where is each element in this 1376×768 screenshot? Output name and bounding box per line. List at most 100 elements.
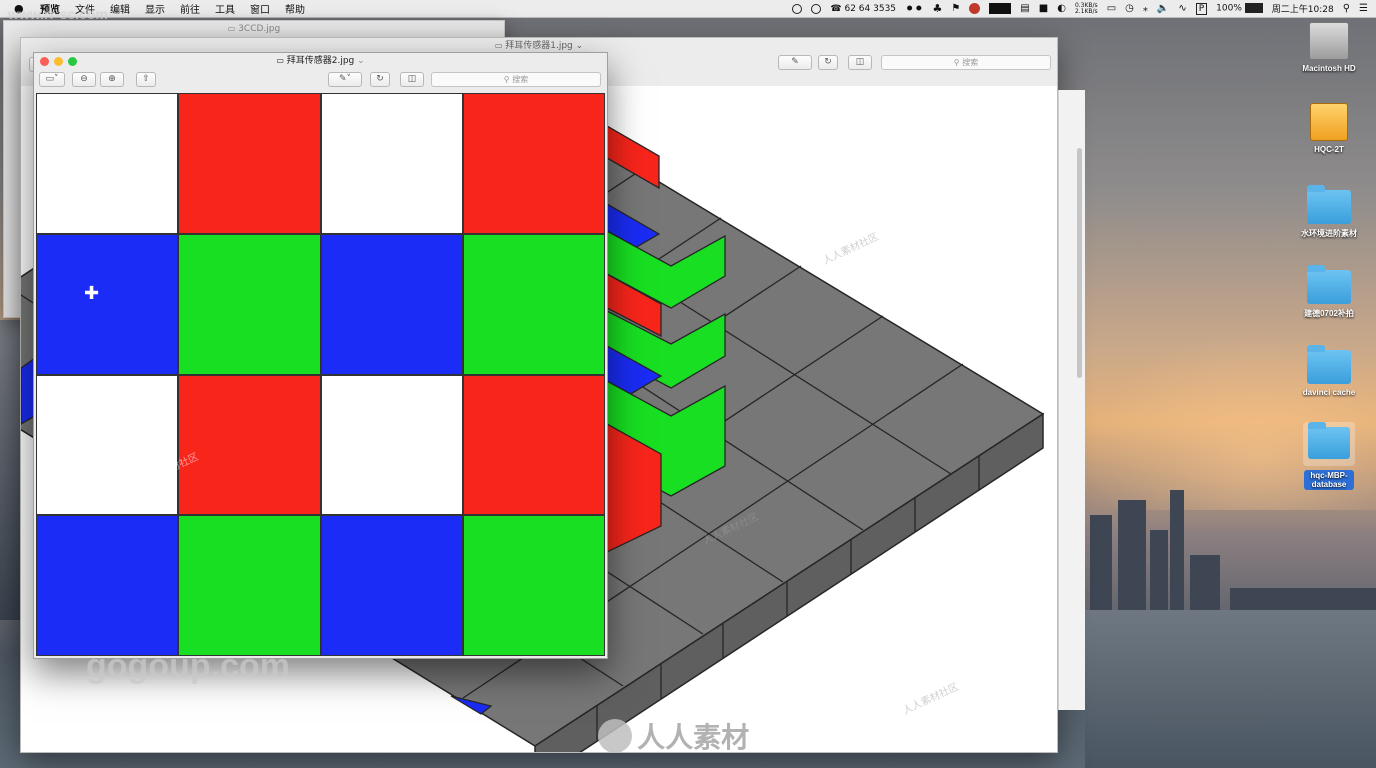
desktop-icon-label: Macintosh HD bbox=[1302, 64, 1356, 73]
folder-icon bbox=[1307, 185, 1351, 224]
chevron-down-icon[interactable]: ⌄ bbox=[357, 56, 365, 66]
search-placeholder: 搜索 bbox=[512, 75, 529, 84]
menu-window[interactable]: 窗口 bbox=[250, 1, 270, 16]
time-machine-icon[interactable]: ◷ bbox=[1125, 3, 1134, 14]
volume-icon[interactable]: 🔈 bbox=[1157, 3, 1169, 14]
wallpaper-building bbox=[1170, 490, 1184, 610]
sync-icon[interactable] bbox=[811, 3, 822, 14]
disk-icon[interactable]: ■ bbox=[1039, 3, 1048, 14]
window-title-text: 拜耳传感器2.jpg bbox=[286, 56, 355, 66]
bicycle-icon[interactable]: ⚫⚫ bbox=[905, 2, 923, 15]
zoom-in-button[interactable]: ⊕ bbox=[100, 72, 124, 87]
battery-icon bbox=[1244, 3, 1263, 14]
external-drive-icon bbox=[1310, 103, 1348, 141]
scrollbar-thumb[interactable] bbox=[1077, 148, 1082, 378]
crosshair-cursor-icon: ✚ bbox=[84, 283, 100, 304]
menu-edit[interactable]: 编辑 bbox=[110, 1, 130, 16]
wallpaper-left-edge bbox=[0, 320, 22, 620]
chevron-down-icon[interactable]: ⌄ bbox=[576, 41, 584, 51]
network-speed[interactable]: 0.3KB/s 2.1KB/s bbox=[1074, 2, 1098, 15]
watermark-gogoup: gogoup.com bbox=[86, 647, 290, 685]
desktop-icon-label: 水环境进阶素材 bbox=[1301, 229, 1357, 238]
wallpaper-building bbox=[1150, 530, 1168, 610]
menu-tools[interactable]: 工具 bbox=[215, 1, 235, 16]
filter-cell-white bbox=[321, 375, 462, 515]
cpu-graph-icon[interactable] bbox=[989, 3, 1012, 14]
zoom-out-button[interactable]: ⊖ bbox=[72, 72, 96, 87]
game-icon[interactable]: ♣ bbox=[932, 2, 942, 15]
desktop-icon-folder-1[interactable]: 水环境进阶素材 bbox=[1289, 185, 1369, 239]
window-title-text: 3CCD.jpg bbox=[238, 24, 281, 34]
search-placeholder: 搜索 bbox=[962, 58, 979, 67]
desktop-icon-hqc-2t[interactable]: HQC-2T bbox=[1289, 103, 1369, 154]
desktop-icon-folder-2[interactable]: 建德0702补拍 bbox=[1289, 265, 1369, 319]
clock[interactable]: 周二上午10:28 bbox=[1272, 2, 1334, 15]
menu-bar: ● 预览 文件 编辑 显示 前往 工具 窗口 帮助 ☎ 62 64 3535 ⚫… bbox=[0, 0, 1376, 18]
bluetooth-icon[interactable]: ⁎ bbox=[1143, 3, 1148, 14]
battery-percent: 100% bbox=[1216, 3, 1242, 14]
filter-cell-white bbox=[37, 94, 178, 233]
desktop-icon-label: davinci cache bbox=[1302, 388, 1356, 397]
markup-button[interactable]: ✎˅ bbox=[328, 72, 362, 87]
desktop-icon-hqc-mbp-database[interactable]: hqc-MBP-database bbox=[1289, 422, 1369, 490]
third-window-edge bbox=[1058, 90, 1085, 710]
wallpaper-building bbox=[1090, 515, 1112, 610]
battery-status[interactable]: 100% bbox=[1216, 3, 1263, 14]
wallpaper-building bbox=[1118, 500, 1146, 610]
filter-cell-red bbox=[463, 94, 604, 233]
phone-number[interactable]: ☎ 62 64 3535 bbox=[830, 4, 896, 14]
watermark-url: www.rr-sc.com bbox=[8, 6, 108, 22]
window-title-text: 拜耳传感器1.jpg bbox=[505, 41, 573, 51]
search-field[interactable]: ⚲ 搜索 bbox=[881, 55, 1051, 70]
phone-number-text: 62 64 3535 bbox=[844, 3, 897, 14]
sidebar-toggle-button[interactable]: ▭˅ bbox=[39, 72, 65, 87]
record-icon[interactable] bbox=[792, 3, 803, 14]
rotate-button[interactable]: ↻ bbox=[370, 72, 390, 87]
window-bayer-sensor-2[interactable]: ▭ 拜耳传感器2.jpg ⌄ ▭˅ ⊖ ⊕ ⇧ ✎˅ ↻ ◫ ⚲ 搜索 ✚ bbox=[33, 52, 608, 659]
hard-drive-icon bbox=[1309, 22, 1349, 60]
watermark-logo: 人人素材 bbox=[598, 716, 749, 756]
rotate-button[interactable]: ↻ bbox=[818, 55, 838, 70]
flag-icon[interactable]: ⚑ bbox=[951, 3, 960, 14]
file-icon: ▭ bbox=[494, 41, 503, 50]
menu-go[interactable]: 前往 bbox=[180, 1, 200, 16]
filter-cell-green bbox=[463, 516, 604, 655]
desktop-icon-label: HQC-2T bbox=[1314, 145, 1344, 154]
wifi-icon[interactable]: ∿ bbox=[1178, 3, 1186, 14]
activity-icon[interactable] bbox=[969, 3, 981, 14]
wallpaper-building bbox=[1190, 555, 1220, 610]
filter-cell-blue bbox=[321, 516, 462, 655]
desktop-icon-label: hqc-MBP-database bbox=[1304, 470, 1354, 490]
markup-button[interactable]: ✎ bbox=[778, 55, 812, 70]
bayer-filter-grid[interactable] bbox=[36, 93, 605, 656]
filter-cell-red bbox=[179, 375, 320, 515]
menu-help[interactable]: 帮助 bbox=[285, 1, 305, 16]
toolbar: ▭˅ ⊖ ⊕ ⇧ ✎˅ ↻ ◫ ⚲ 搜索 bbox=[34, 69, 607, 93]
search-field[interactable]: ⚲ 搜索 bbox=[431, 72, 601, 87]
airplay-icon[interactable]: ▭ bbox=[1107, 3, 1116, 14]
toolbox-button[interactable]: ◫ bbox=[848, 55, 872, 70]
watermark-logo-icon bbox=[598, 719, 632, 753]
toolbox-button[interactable]: ◫ bbox=[400, 72, 424, 87]
file-icon: ▭ bbox=[276, 56, 284, 65]
input-method-icon[interactable]: P bbox=[1195, 2, 1208, 15]
menu-view[interactable]: 显示 bbox=[145, 1, 165, 16]
fan-icon[interactable]: ◐ bbox=[1057, 3, 1066, 14]
wallpaper-shoreline bbox=[1230, 588, 1376, 610]
desktop-icon-davinci-cache[interactable]: davinci cache bbox=[1289, 345, 1369, 397]
memory-icon[interactable]: ▤ bbox=[1020, 3, 1029, 14]
net-down: 2.1KB/s bbox=[1074, 7, 1098, 15]
desktop-icon-macintosh-hd[interactable]: Macintosh HD bbox=[1289, 22, 1369, 73]
share-button[interactable]: ⇧ bbox=[136, 72, 156, 87]
watermark-brand: 人人素材 bbox=[637, 722, 750, 753]
search-icon[interactable]: ⚲ bbox=[1343, 3, 1350, 14]
desktop-icon-label: 建德0702补拍 bbox=[1304, 309, 1354, 318]
status-area: ☎ 62 64 3535 ⚫⚫ ♣ ⚑ ▤ ■ ◐ 0.3KB/s 2.1KB/… bbox=[792, 0, 1368, 17]
filter-cell-red bbox=[463, 375, 604, 515]
window-title: ▭ 3CCD.jpg bbox=[4, 21, 504, 37]
folder-icon bbox=[1308, 422, 1350, 459]
notification-center-icon[interactable]: ☰ bbox=[1359, 3, 1368, 14]
file-icon: ▭ bbox=[227, 24, 236, 33]
filter-cell-green bbox=[463, 234, 604, 374]
filter-cell-blue bbox=[321, 234, 462, 374]
